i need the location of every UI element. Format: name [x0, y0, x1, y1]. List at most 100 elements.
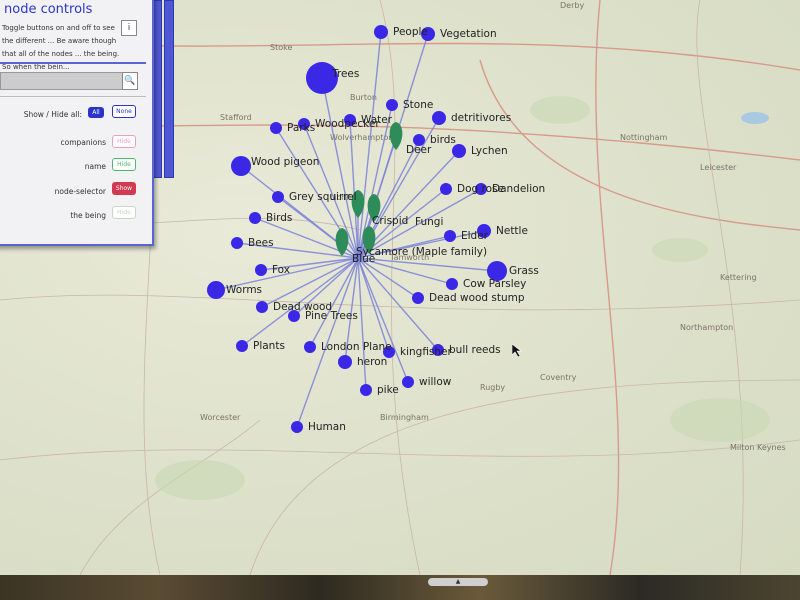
graph-node-label: Lychen — [471, 145, 508, 157]
graph-node-label: Dead wood stump — [429, 292, 525, 304]
map-place-label: Worcester — [200, 413, 241, 422]
map-road — [0, 294, 800, 311]
graph-node-label: Cow Parsley — [463, 278, 526, 290]
node-controls-panel: node controls Toggle buttons on and off … — [0, 0, 154, 246]
graph-node-label: Fox — [272, 264, 290, 276]
graph-node[interactable] — [231, 237, 243, 249]
map-place-label: Kettering — [720, 273, 757, 282]
graph-node[interactable] — [270, 122, 282, 134]
graph-node[interactable] — [412, 292, 424, 304]
graph-node-label: Vegetation — [440, 28, 497, 40]
graph-node-label: Parks — [287, 122, 315, 134]
map-place-label: Coventry — [540, 373, 577, 382]
graph-node-label: willow — [419, 376, 452, 388]
the-being-label: the being — [70, 211, 106, 220]
map-green-area — [155, 460, 245, 500]
name-toggle[interactable]: Hide — [112, 158, 136, 171]
map-place-label: Birmingham — [380, 413, 429, 422]
graph-node[interactable] — [402, 376, 414, 388]
graph-node[interactable] — [374, 25, 388, 39]
graph-node-label: Pine Trees — [305, 310, 358, 322]
node-pin-hub[interactable] — [335, 228, 349, 256]
map-place-label: Northampton — [680, 323, 733, 332]
map-road — [379, 0, 421, 575]
graph-node[interactable] — [231, 156, 251, 176]
graph-node-label: Stone — [403, 99, 433, 111]
graph-node[interactable] — [304, 341, 316, 353]
graph-node-label: Crispid — [372, 215, 408, 227]
panel-divider-2 — [0, 96, 146, 97]
panel-divider — [0, 62, 146, 64]
graph-node-label: Worms — [226, 284, 262, 296]
graph-node-label: Deer — [406, 144, 432, 156]
map-place-label: Milton Keynes — [730, 443, 786, 452]
the-being-toggle[interactable]: Hide — [112, 206, 136, 219]
graph-node-label: kingfisher — [400, 346, 453, 358]
map-water-area — [741, 112, 769, 124]
graph-node[interactable] — [386, 99, 398, 111]
graph-node-label: detritivores — [451, 112, 511, 124]
graph-node[interactable] — [207, 281, 225, 299]
node-pin-deer[interactable] — [389, 122, 403, 150]
graph-node-label: Bees — [248, 237, 274, 249]
graph-node-label: London Plane — [321, 341, 392, 353]
name-label: name — [84, 162, 106, 171]
graph-node[interactable] — [432, 111, 446, 125]
graph-node[interactable] — [256, 301, 268, 313]
graph-node-label: Sycamore (Maple family) — [356, 246, 487, 258]
node-selector-label: node-selector — [54, 187, 106, 196]
companions-toggle[interactable]: Hide — [112, 135, 136, 148]
graph-node-label: Grey squirrel — [289, 191, 357, 203]
graph-node-label: People — [393, 26, 428, 38]
map-road — [595, 0, 620, 575]
graph-node[interactable] — [360, 384, 372, 396]
map-green-area — [670, 398, 770, 442]
panel-title: node controls — [4, 2, 93, 17]
graph-node-label: Fungi — [415, 216, 443, 228]
screen: Derby Nottingham Leicester Coventry Birmingh… — [0, 0, 800, 600]
graph-node[interactable] — [272, 191, 284, 203]
map-place-label: Rugby — [480, 383, 505, 392]
search-input[interactable] — [0, 72, 128, 90]
graph-node[interactable] — [338, 355, 352, 369]
map-road — [79, 419, 261, 575]
graph-node-label: bull reeds — [449, 344, 501, 356]
bottom-bar: ▲ — [0, 575, 800, 600]
help-icon[interactable]: i — [121, 20, 137, 36]
tab-view-sharing[interactable] — [164, 0, 174, 178]
graph-node[interactable] — [440, 183, 452, 195]
expand-handle-icon[interactable]: ▲ — [428, 578, 488, 586]
graph-node-label: Grass — [509, 265, 539, 277]
map-place-label: Leicester — [700, 163, 737, 172]
map-road — [479, 59, 800, 231]
map-place-label: Derby — [560, 1, 584, 10]
map-green-area — [530, 96, 590, 124]
graph-node[interactable] — [452, 144, 466, 158]
map-place-label: Burton — [350, 93, 377, 102]
graph-node-label: Plants — [253, 340, 285, 352]
node-selector-toggle[interactable]: Show — [112, 182, 136, 195]
show-all-button[interactable]: All — [88, 107, 104, 118]
graph-node[interactable] — [446, 278, 458, 290]
graph-node[interactable] — [249, 212, 261, 224]
graph-node[interactable] — [444, 230, 456, 242]
graph-node-label: Elder — [461, 230, 489, 242]
companions-label: companions — [60, 138, 106, 147]
graph-node-label: Dandelion — [492, 183, 545, 195]
mouse-cursor-icon — [512, 344, 522, 358]
graph-node-label: pike — [377, 384, 399, 396]
panel-description: Toggle buttons on and off to see the dif… — [2, 24, 120, 71]
graph-node[interactable] — [236, 340, 248, 352]
map-road — [696, 0, 744, 575]
graph-node-label: Nettle — [496, 225, 528, 237]
graph-node[interactable] — [291, 421, 303, 433]
graph-node-label: Birds — [266, 212, 292, 224]
graph-node-label: Water — [361, 114, 393, 126]
graph-node[interactable] — [255, 264, 267, 276]
graph-edge — [357, 257, 439, 351]
vertical-tabs — [152, 0, 176, 178]
search-icon[interactable]: 🔍 — [122, 72, 138, 90]
hide-all-button[interactable]: None — [112, 105, 136, 118]
graph-node-label: Wood pigeon — [251, 156, 319, 168]
graph-node-label: heron — [357, 356, 387, 368]
